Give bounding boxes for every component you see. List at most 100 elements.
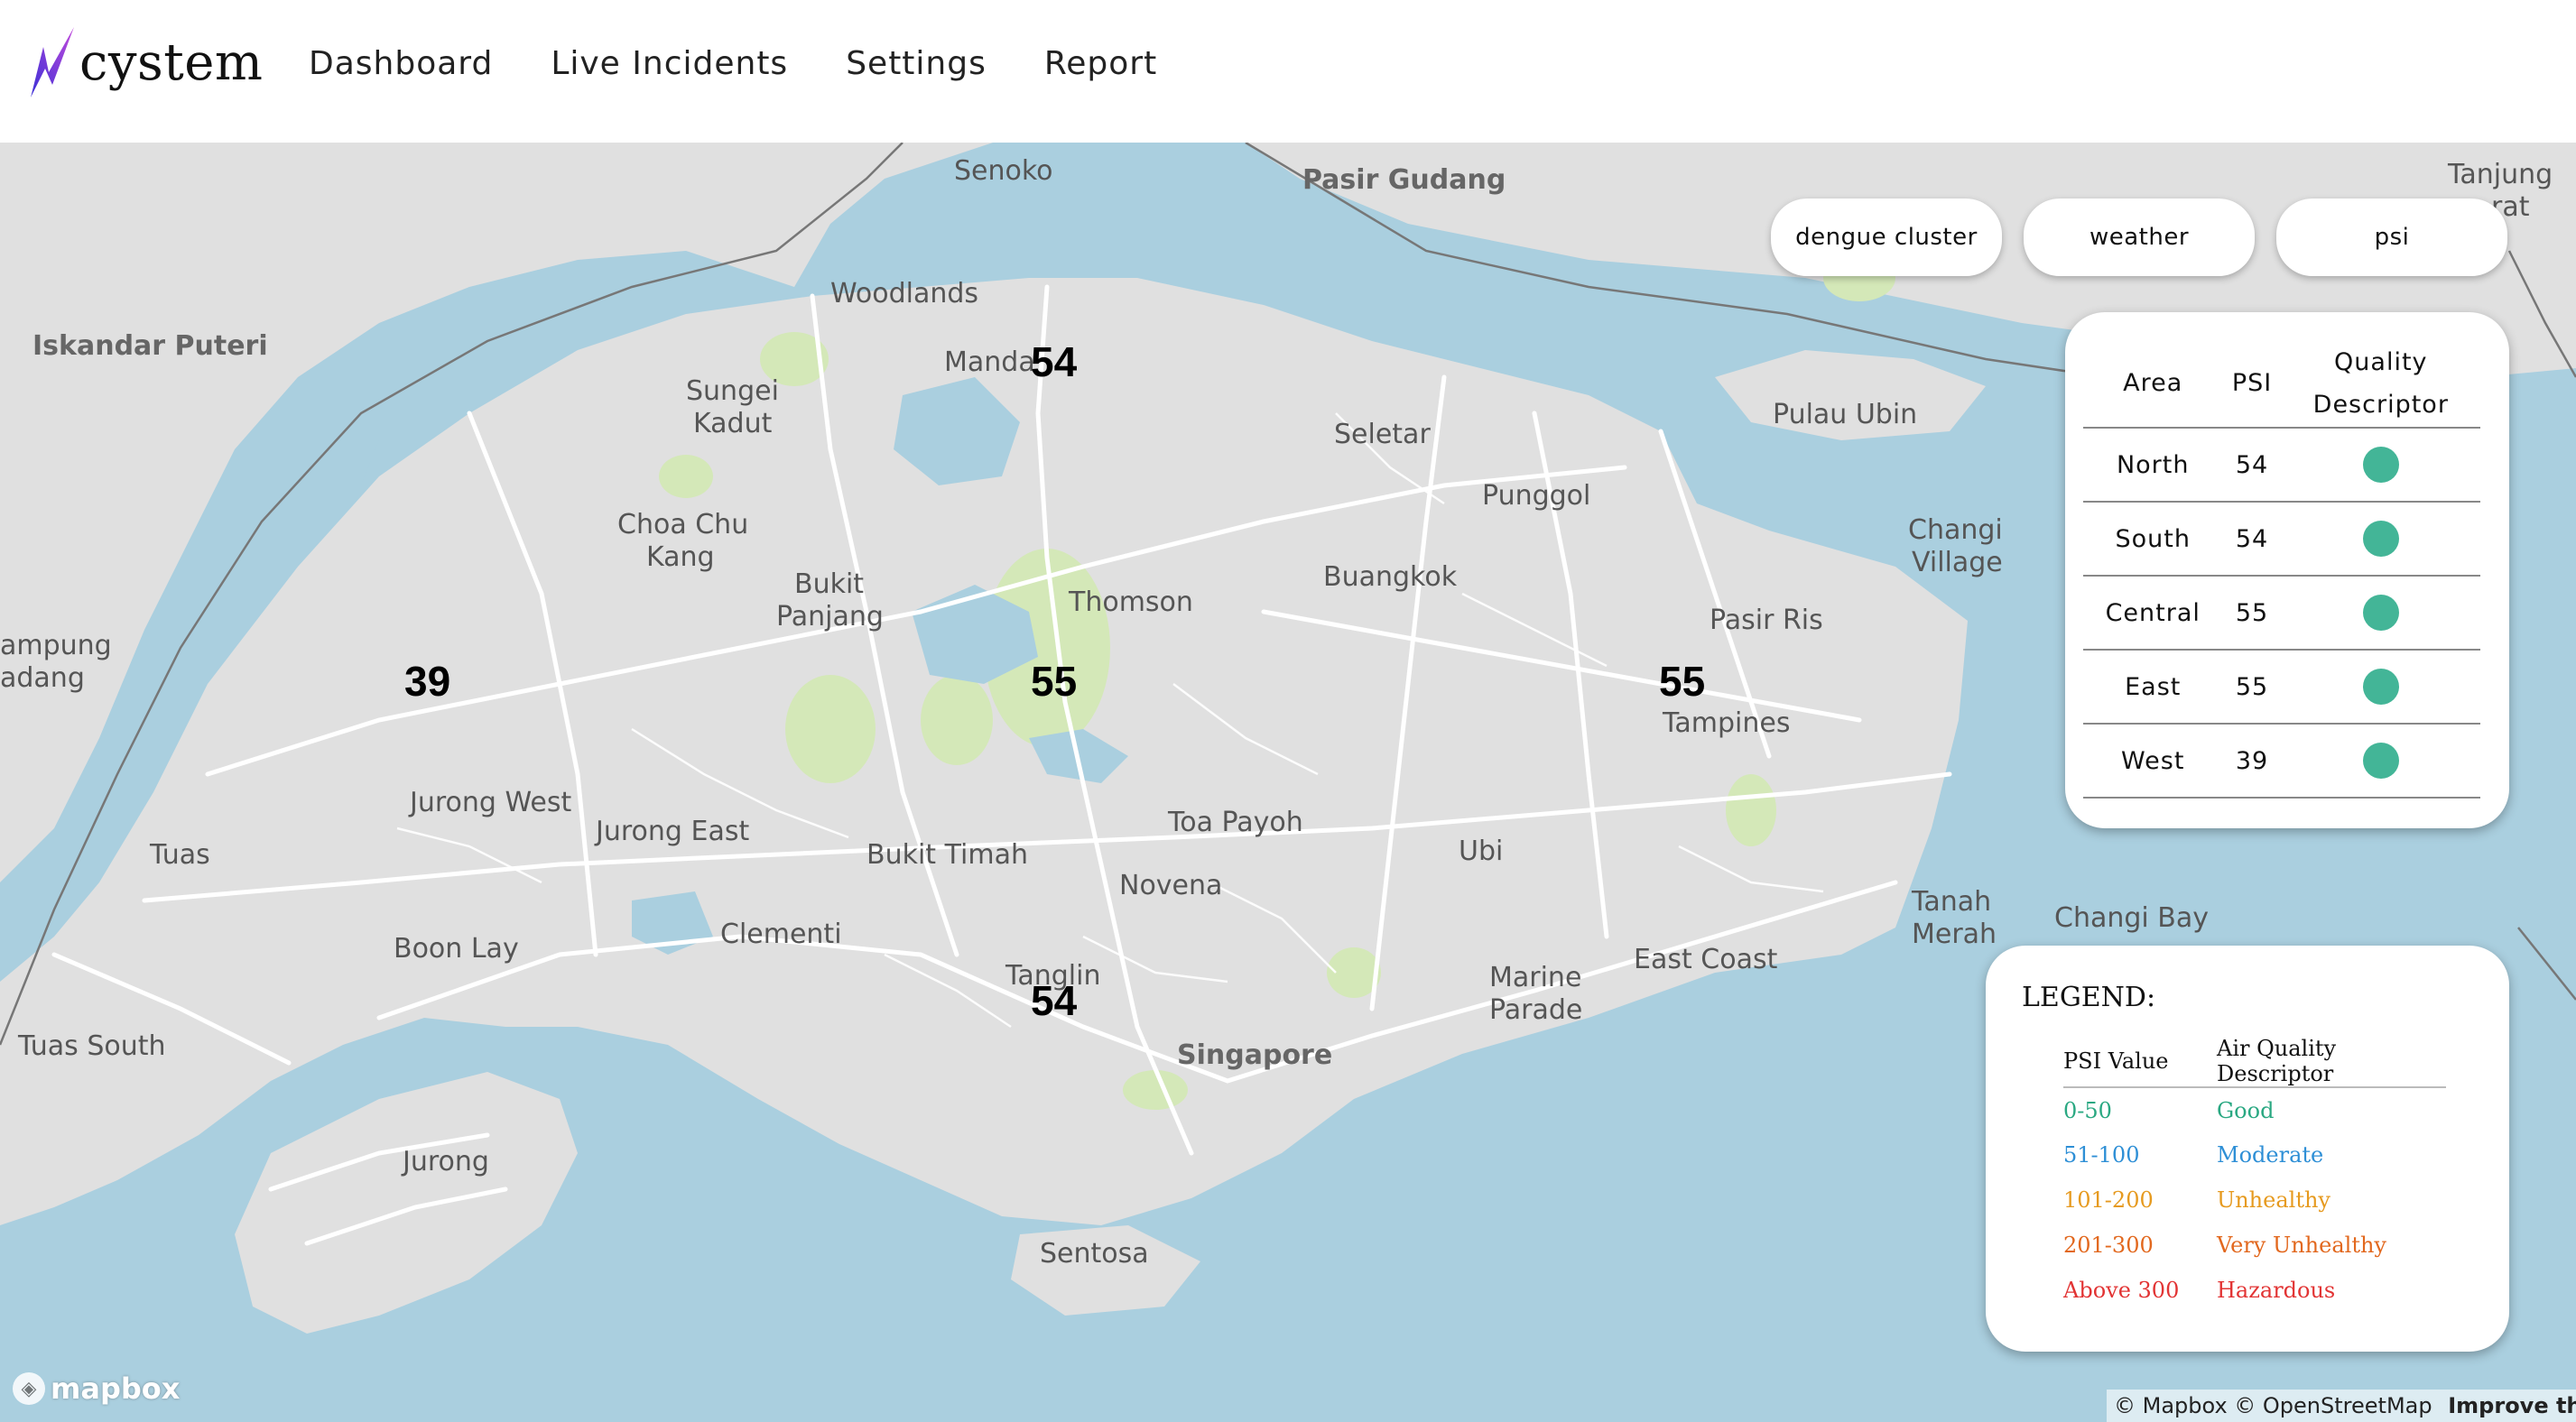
filter-weather-button[interactable]: weather <box>2024 199 2255 276</box>
psi-row-value: 54 <box>2222 502 2282 577</box>
legend-header-descriptor: Air Quality Descriptor <box>2217 1036 2446 1088</box>
reservoir-west <box>298 413 379 485</box>
psi-row-value: 55 <box>2222 576 2282 651</box>
legend-row: 51-100 Moderate <box>2063 1132 2446 1177</box>
psi-row-value: 54 <box>2222 428 2282 503</box>
psi-row-value: 55 <box>2222 650 2282 725</box>
table-row: South 54 <box>2083 502 2480 577</box>
map-label-parade: Parade <box>1489 994 1583 1026</box>
map-label-woodlands: Woodlands <box>830 278 979 309</box>
map-label-marine-parade: Marine <box>1489 962 1582 993</box>
psi-table-header: Area PSI Quality Descriptor <box>2083 339 2480 429</box>
table-row: North 54 <box>2083 428 2480 503</box>
legend-range: 101-200 <box>2063 1187 2154 1213</box>
filter-psi-button[interactable]: psi <box>2276 199 2507 276</box>
quality-status-dot <box>2362 521 2399 557</box>
map-label-changi-village: Changi <box>1908 514 2003 546</box>
map-label-senoko: Senoko <box>954 155 1053 187</box>
legend-range: 0-50 <box>2063 1097 2112 1123</box>
psi-table: Area PSI Quality Descriptor North 54 Sou… <box>2083 339 2480 799</box>
legend-header: PSI Value Air Quality Descriptor <box>2063 1036 2446 1088</box>
map-label-punggol: Punggol <box>1482 480 1591 512</box>
jurong-island <box>235 1072 578 1334</box>
map-label-thomson: Thomson <box>1069 586 1193 618</box>
psi-marker-east[interactable]: 55 <box>1659 657 1705 706</box>
improve-map-link[interactable]: Improve this ma <box>2448 1393 2576 1418</box>
mapbox-logo[interactable]: ◈ mapbox <box>13 1371 180 1406</box>
legend-range: 201-300 <box>2063 1233 2154 1258</box>
quality-status-dot <box>2362 447 2399 483</box>
map-label-sungei: Sungei <box>686 375 779 407</box>
psi-row-area: North <box>2083 428 2223 503</box>
map-label-tuas: Tuas <box>150 839 210 871</box>
map-label-singapore: Singapore <box>1177 1039 1333 1071</box>
top-navbar: cystem Dashboard Live Incidents Settings… <box>0 0 2576 143</box>
legend-range: 51-100 <box>2063 1142 2140 1168</box>
legend-header-value: PSI Value <box>2063 1036 2217 1088</box>
legend-title: LEGEND: <box>2022 982 2156 1013</box>
map-label-merah: Merah <box>1912 919 1997 950</box>
filter-dengue-cluster-button[interactable]: dengue cluster <box>1771 199 2002 276</box>
map-label-tanah-merah: Tanah <box>1912 886 1992 918</box>
legend-descriptor: Unhealthy <box>2217 1187 2330 1213</box>
nav-live-incidents[interactable]: Live Incidents <box>551 45 788 82</box>
table-row: Central 55 <box>2083 576 2480 651</box>
legend-panel: LEGEND: PSI Value Air Quality Descriptor… <box>1986 946 2509 1352</box>
map-label-boon-lay: Boon Lay <box>394 933 519 965</box>
map-label-jurong-east: Jurong East <box>596 816 750 847</box>
nav-report[interactable]: Report <box>1044 45 1157 82</box>
map-label-changi-village-line2: Village <box>1912 547 2003 578</box>
main-nav: Dashboard Live Incidents Settings Report <box>309 45 1215 82</box>
legend-row: 0-50 Good <box>2063 1087 2446 1132</box>
legend-range: Above 300 <box>2063 1278 2180 1303</box>
map-label-changi-bay: Changi Bay <box>2054 902 2209 934</box>
map-label-tanjung: Tanjung <box>2448 159 2553 190</box>
legend-descriptor: Very Unhealthy <box>2217 1233 2386 1258</box>
legend-row: 201-300 Very Unhealthy <box>2063 1223 2446 1268</box>
map-label-pasir-gudang: Pasir Gudang <box>1302 164 1506 196</box>
psi-row-area: West <box>2083 724 2223 799</box>
quality-status-dot <box>2362 595 2399 631</box>
map-label-bukit-panjang: Bukit <box>794 568 865 600</box>
psi-marker-west[interactable]: 39 <box>404 657 450 706</box>
map-label-jurong: Jurong <box>403 1146 489 1177</box>
legend-descriptor: Good <box>2217 1097 2275 1123</box>
map-label-novena: Novena <box>1119 870 1223 901</box>
map-label-tampines: Tampines <box>1663 707 1791 739</box>
legend-row: 101-200 Unhealthy <box>2063 1177 2446 1223</box>
map-label-mandai: Manda <box>944 346 1035 378</box>
map-label-bukit-timah: Bukit Timah <box>866 839 1028 871</box>
map-label-east-coast: East Coast <box>1634 944 1778 975</box>
psi-row-area: East <box>2083 650 2223 725</box>
map-label-iskandar-puteri: Iskandar Puteri <box>32 330 268 362</box>
psi-row-area: Central <box>2083 576 2223 651</box>
legend-descriptor: Moderate <box>2217 1142 2324 1168</box>
map-label-jurong-west: Jurong West <box>410 787 572 818</box>
quality-status-dot <box>2362 669 2399 705</box>
legend-descriptor: Hazardous <box>2217 1278 2336 1303</box>
map-label-choa-chu-kang: Choa Chu <box>617 509 749 540</box>
nav-dashboard[interactable]: Dashboard <box>309 45 493 82</box>
psi-header-quality: Quality Descriptor <box>2281 339 2480 429</box>
psi-table-panel: Area PSI Quality Descriptor North 54 Sou… <box>2065 312 2509 828</box>
nav-settings[interactable]: Settings <box>846 45 987 82</box>
map-label-kampung: ampung <box>0 630 112 661</box>
table-row: West 39 <box>2083 724 2480 799</box>
psi-marker-central[interactable]: 55 <box>1031 657 1077 706</box>
psi-header-area: Area <box>2083 339 2223 429</box>
attribution-text[interactable]: © Mapbox © OpenStreetMap <box>2114 1393 2432 1418</box>
map-label-pulau-ubin: Pulau Ubin <box>1773 399 1918 430</box>
table-row: East 55 <box>2083 650 2480 725</box>
legend-table: PSI Value Air Quality Descriptor 0-50 Go… <box>2063 1036 2446 1313</box>
psi-row-area: South <box>2083 502 2223 577</box>
map-label-kampung-line2: adang <box>0 662 85 694</box>
psi-marker-north[interactable]: 54 <box>1031 337 1077 386</box>
feather-logo-icon <box>31 27 74 97</box>
map-label-tuas-south: Tuas South <box>18 1030 166 1062</box>
brand-logo[interactable]: cystem <box>25 22 263 103</box>
brand-name: cystem <box>79 32 264 92</box>
mapbox-logo-icon: ◈ <box>13 1372 45 1405</box>
psi-marker-south[interactable]: 54 <box>1031 976 1077 1025</box>
psi-header-psi: PSI <box>2222 339 2282 429</box>
psi-row-value: 39 <box>2222 724 2282 799</box>
